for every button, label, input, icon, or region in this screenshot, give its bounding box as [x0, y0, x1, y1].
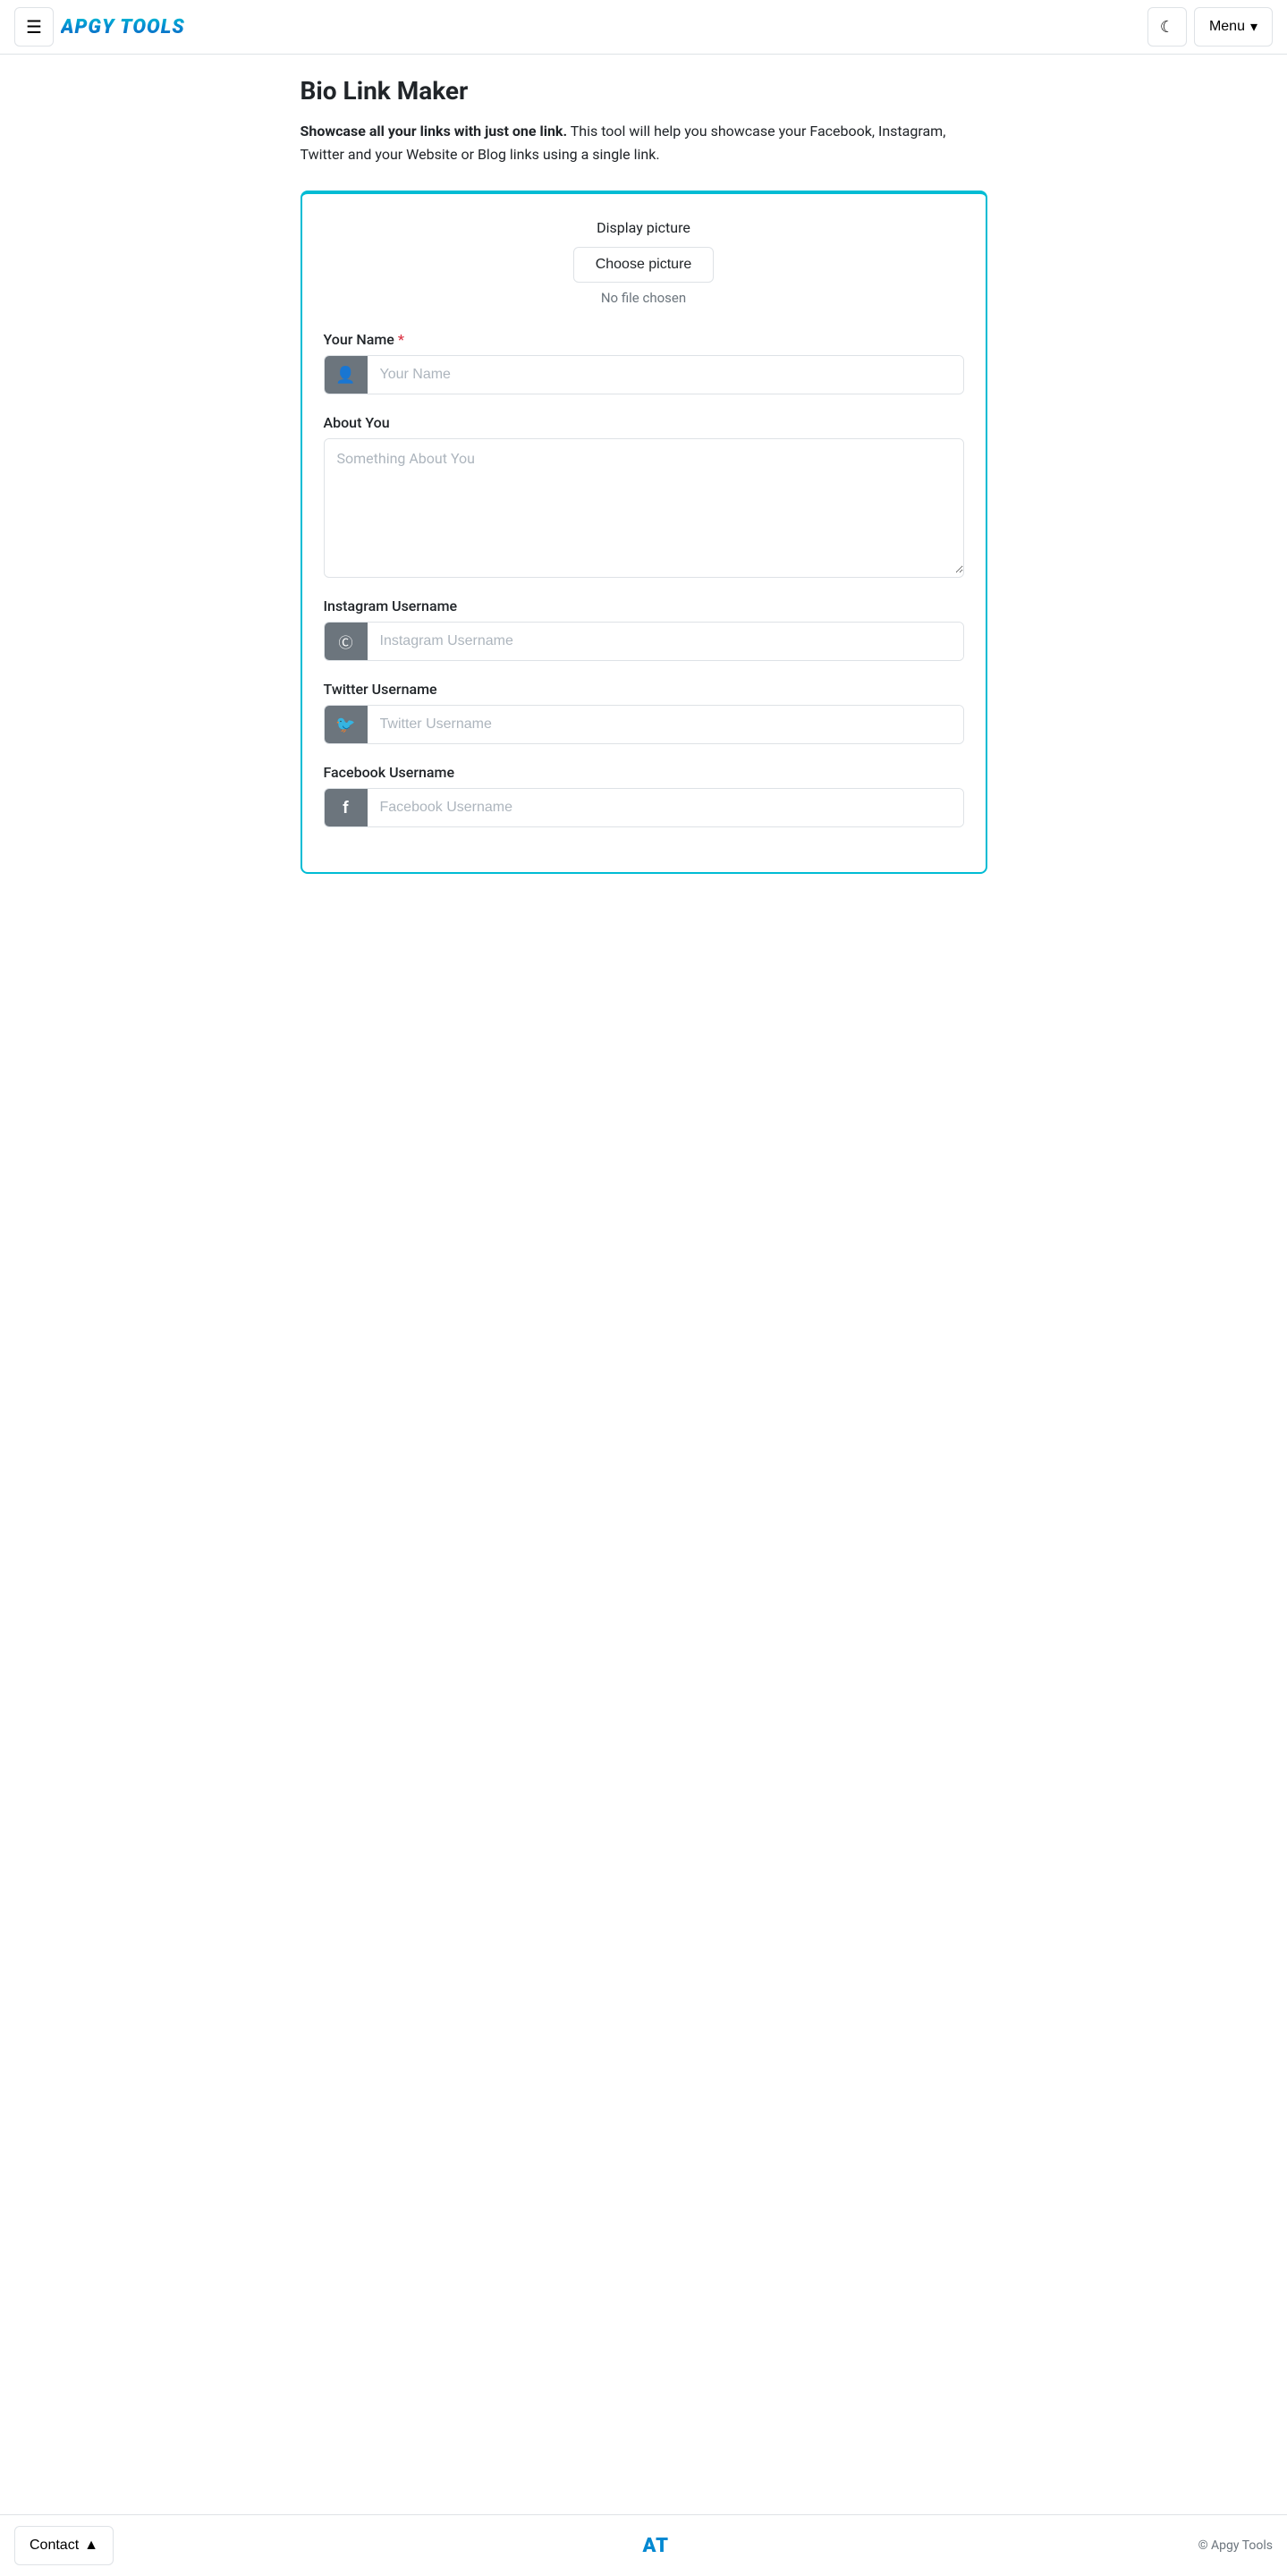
header-right: ☾ Menu ▾ [1147, 7, 1273, 47]
facebook-icon: f [325, 789, 368, 826]
menu-label: Menu [1209, 19, 1245, 35]
display-picture-section: Display picture Choose picture No file c… [324, 219, 964, 306]
display-picture-label: Display picture [324, 219, 964, 236]
about-you-textarea-wrapper [324, 438, 964, 578]
dark-mode-button[interactable]: ☾ [1147, 7, 1187, 47]
required-indicator: * [398, 331, 404, 348]
your-name-label: Your Name* [324, 331, 964, 348]
about-you-field-group: About You [324, 414, 964, 578]
twitter-label: Twitter Username [324, 681, 964, 698]
description-bold: Showcase all your links with just one li… [301, 123, 568, 140]
menu-button[interactable]: Menu ▾ [1194, 7, 1273, 47]
twitter-field-group: Twitter Username 🐦 [324, 681, 964, 744]
facebook-field-group: Facebook Username f [324, 764, 964, 827]
twitter-icon: 🐦 [325, 706, 368, 743]
instagram-input[interactable] [368, 623, 963, 660]
choose-picture-button[interactable]: Choose picture [573, 247, 715, 283]
form-card: Display picture Choose picture No file c… [301, 191, 987, 874]
facebook-input-wrapper: f [324, 788, 964, 827]
your-name-field-group: Your Name* 👤 [324, 331, 964, 394]
site-footer: Contact ▲ AT © Apgy Tools [0, 2514, 1287, 2576]
file-input-wrapper: Choose picture [324, 247, 964, 290]
your-name-input-wrapper: 👤 [324, 355, 964, 394]
site-logo: APGY TOOLS [61, 16, 185, 38]
instagram-label: Instagram Username [324, 597, 964, 614]
page-title: Bio Link Maker [301, 76, 987, 106]
twitter-input[interactable] [368, 706, 963, 743]
contact-button[interactable]: Contact ▲ [14, 2526, 114, 2565]
moon-icon: ☾ [1160, 18, 1174, 37]
contact-label: Contact [30, 2538, 79, 2554]
contact-arrow-icon: ▲ [84, 2538, 98, 2554]
hamburger-button[interactable]: ☰ [14, 7, 54, 47]
main-content: Bio Link Maker Showcase all your links w… [286, 55, 1002, 2514]
page-description: Showcase all your links with just one li… [301, 120, 987, 165]
instagram-field-group: Instagram Username Ⓒ [324, 597, 964, 661]
footer-logo: AT [642, 2535, 669, 2557]
copyright-text: © Apgy Tools [1198, 2538, 1273, 2553]
site-header: ☰ APGY TOOLS ☾ Menu ▾ [0, 0, 1287, 55]
your-name-input[interactable] [368, 356, 963, 394]
hamburger-icon: ☰ [26, 16, 42, 38]
facebook-input[interactable] [368, 789, 963, 826]
instagram-icon: Ⓒ [325, 623, 368, 660]
person-icon: 👤 [325, 356, 368, 394]
header-left: ☰ APGY TOOLS [14, 7, 185, 47]
about-you-label: About You [324, 414, 964, 431]
about-you-textarea[interactable] [325, 439, 963, 573]
no-file-text: No file chosen [324, 290, 964, 306]
twitter-input-wrapper: 🐦 [324, 705, 964, 744]
instagram-input-wrapper: Ⓒ [324, 622, 964, 661]
menu-arrow-icon: ▾ [1250, 18, 1257, 36]
facebook-label: Facebook Username [324, 764, 964, 781]
